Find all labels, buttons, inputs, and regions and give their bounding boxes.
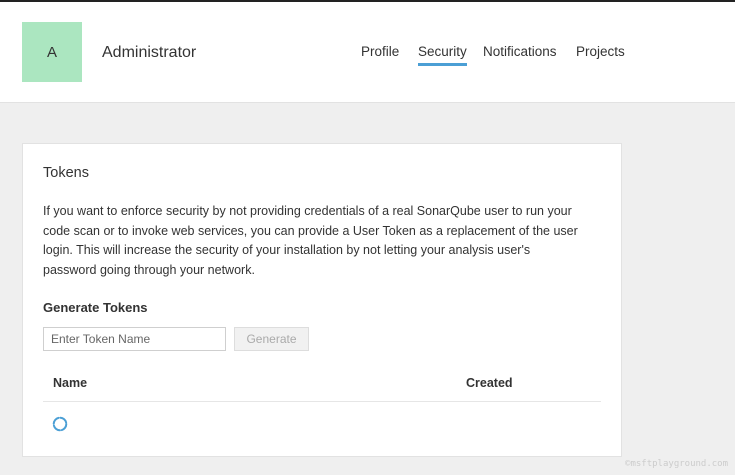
column-created: Created xyxy=(466,376,513,390)
tokens-description: If you want to enforce security by not p… xyxy=(43,204,578,277)
tab-projects[interactable]: Projects xyxy=(576,44,625,63)
tokens-title: Tokens xyxy=(43,165,89,181)
generate-button[interactable]: Generate xyxy=(234,327,309,351)
tab-notifications[interactable]: Notifications xyxy=(483,44,557,63)
tokens-panel: Tokens If you want to enforce security b… xyxy=(22,143,622,457)
token-name-input[interactable] xyxy=(43,327,226,351)
tab-profile[interactable]: Profile xyxy=(361,44,399,63)
watermark: ©msftplayground.com xyxy=(625,459,728,469)
loading-spinner-icon xyxy=(52,416,68,432)
tab-security[interactable]: Security xyxy=(418,44,467,66)
tokens-table-header: Name Created xyxy=(43,369,601,402)
account-header: A Administrator Profile Security Notific… xyxy=(0,2,735,103)
column-name: Name xyxy=(53,376,88,390)
generate-tokens-title: Generate Tokens xyxy=(43,300,148,315)
account-nav: Profile Security Notifications Projects xyxy=(0,44,735,74)
